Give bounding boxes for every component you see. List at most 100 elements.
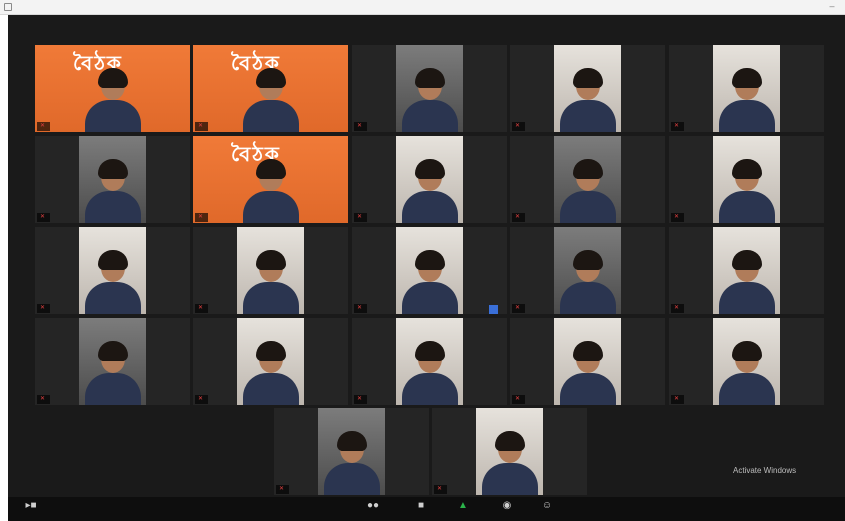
participant-tile[interactable]: ✕ xyxy=(193,318,348,405)
participant-tile[interactable]: ✕ xyxy=(510,136,665,223)
participant-tile[interactable]: ✕ xyxy=(510,45,665,132)
muted-mic-icon: ✕ xyxy=(515,214,521,220)
chat-icon: ■ xyxy=(417,500,425,511)
muted-mic-icon: ✕ xyxy=(279,486,285,492)
participant-avatar xyxy=(558,248,618,314)
muted-mic-icon: ✕ xyxy=(198,396,204,402)
participant-name-label: ✕ xyxy=(434,485,448,494)
muted-mic-icon: ✕ xyxy=(198,214,204,220)
zoom-app-icon xyxy=(4,3,12,11)
participant-avatar xyxy=(717,339,777,405)
participant-tile[interactable]: ✕ xyxy=(352,227,507,314)
muted-mic-icon: ✕ xyxy=(674,396,680,402)
window-titlebar: – xyxy=(0,0,845,15)
gallery-view: বৈঠক ✕ বৈঠক ✕ ✕ ✕ ✕ ✕ বৈঠক ✕ ✕ ✕ ✕ ✕ ✕ ✕ ✕ ✕ ✕ ✕ ✕ ✕ ✕ ✕ ✕ xyxy=(8,15,845,521)
muted-mic-icon: ✕ xyxy=(40,123,46,129)
participant-avatar xyxy=(717,248,777,314)
muted-mic-icon: ✕ xyxy=(674,214,680,220)
muted-mic-icon: ✕ xyxy=(40,396,46,402)
participant-name-label: ✕ xyxy=(195,122,209,131)
participant-avatar xyxy=(241,157,301,223)
muted-mic-icon: ✕ xyxy=(515,305,521,311)
participant-name-label: ✕ xyxy=(195,395,209,404)
participant-avatar xyxy=(480,429,540,495)
participants-button[interactable]: ●● xyxy=(356,500,390,520)
participant-tile[interactable]: বৈঠক ✕ xyxy=(35,45,190,132)
participant-name-label: ✕ xyxy=(37,122,51,131)
participant-avatar xyxy=(241,339,301,405)
share-screen-button[interactable]: ▲ xyxy=(446,500,480,520)
participant-name-label: ✕ xyxy=(37,304,51,313)
participant-name-label: ✕ xyxy=(37,395,51,404)
participant-name-label: ✕ xyxy=(512,304,526,313)
participant-avatar xyxy=(558,157,618,223)
participants-icon: ●● xyxy=(366,500,380,511)
participant-avatar xyxy=(241,66,301,132)
participant-name-label: ✕ xyxy=(512,395,526,404)
participant-tile[interactable]: বৈঠক ✕ xyxy=(193,45,348,132)
participant-avatar xyxy=(83,66,143,132)
participant-name-label: ✕ xyxy=(276,485,290,494)
meeting-toolbar: ▸■ ●● ■ ▲ ◉ ☺ xyxy=(8,497,845,521)
participant-tile[interactable]: ✕ xyxy=(669,45,824,132)
participant-avatar xyxy=(83,157,143,223)
muted-mic-icon: ✕ xyxy=(515,396,521,402)
participant-avatar xyxy=(241,248,301,314)
participant-avatar xyxy=(400,66,460,132)
participant-avatar xyxy=(83,339,143,405)
muted-mic-icon: ✕ xyxy=(437,486,443,492)
participant-tile[interactable]: ✕ xyxy=(510,318,665,405)
participant-name-label: ✕ xyxy=(354,395,368,404)
participant-avatar xyxy=(558,66,618,132)
participant-tile[interactable]: ✕ xyxy=(352,318,507,405)
participant-tile[interactable]: ✕ xyxy=(274,408,429,495)
reactions-button[interactable]: ☺ xyxy=(530,500,564,520)
participant-tile[interactable]: ✕ xyxy=(352,136,507,223)
video-button[interactable]: ▸■ xyxy=(14,500,48,520)
participant-name-label: ✕ xyxy=(671,122,685,131)
reactions-icon: ☺ xyxy=(541,500,553,511)
participant-tile[interactable]: ✕ xyxy=(432,408,587,495)
speaker-indicator xyxy=(489,305,498,314)
participant-tile[interactable]: ✕ xyxy=(669,136,824,223)
record-icon: ◉ xyxy=(502,500,512,511)
minimize-button[interactable]: – xyxy=(827,2,837,11)
activate-windows-watermark: Activate Windows xyxy=(733,466,796,476)
participant-tile[interactable]: ✕ xyxy=(35,136,190,223)
participant-name-label: ✕ xyxy=(354,213,368,222)
participant-name-label: ✕ xyxy=(512,122,526,131)
muted-mic-icon: ✕ xyxy=(40,305,46,311)
muted-mic-icon: ✕ xyxy=(357,305,363,311)
participant-name-label: ✕ xyxy=(37,213,51,222)
participant-name-label: ✕ xyxy=(671,395,685,404)
participant-tile[interactable]: ✕ xyxy=(669,227,824,314)
participant-tile[interactable]: ✕ xyxy=(35,318,190,405)
participant-name-label: ✕ xyxy=(195,304,209,313)
chat-button[interactable]: ■ xyxy=(404,500,438,520)
participant-avatar xyxy=(717,66,777,132)
muted-mic-icon: ✕ xyxy=(674,123,680,129)
muted-mic-icon: ✕ xyxy=(674,305,680,311)
participant-avatar xyxy=(83,248,143,314)
participant-tile[interactable]: ✕ xyxy=(193,227,348,314)
muted-mic-icon: ✕ xyxy=(198,123,204,129)
participant-avatar xyxy=(717,157,777,223)
participant-name-label: ✕ xyxy=(354,122,368,131)
video-camera-icon: ▸■ xyxy=(25,500,37,511)
participant-avatar xyxy=(400,339,460,405)
participant-avatar xyxy=(400,248,460,314)
participant-avatar xyxy=(322,429,382,495)
muted-mic-icon: ✕ xyxy=(357,123,363,129)
participant-avatar xyxy=(558,339,618,405)
participant-name-label: ✕ xyxy=(512,213,526,222)
participant-tile[interactable]: ✕ xyxy=(352,45,507,132)
participant-tile[interactable]: ✕ xyxy=(669,318,824,405)
muted-mic-icon: ✕ xyxy=(198,305,204,311)
participant-tile[interactable]: ✕ xyxy=(35,227,190,314)
muted-mic-icon: ✕ xyxy=(515,123,521,129)
share-screen-icon: ▲ xyxy=(458,500,468,511)
record-button[interactable]: ◉ xyxy=(490,500,524,520)
participant-tile[interactable]: বৈঠক ✕ xyxy=(193,136,348,223)
participant-tile[interactable]: ✕ xyxy=(510,227,665,314)
participant-avatar xyxy=(400,157,460,223)
